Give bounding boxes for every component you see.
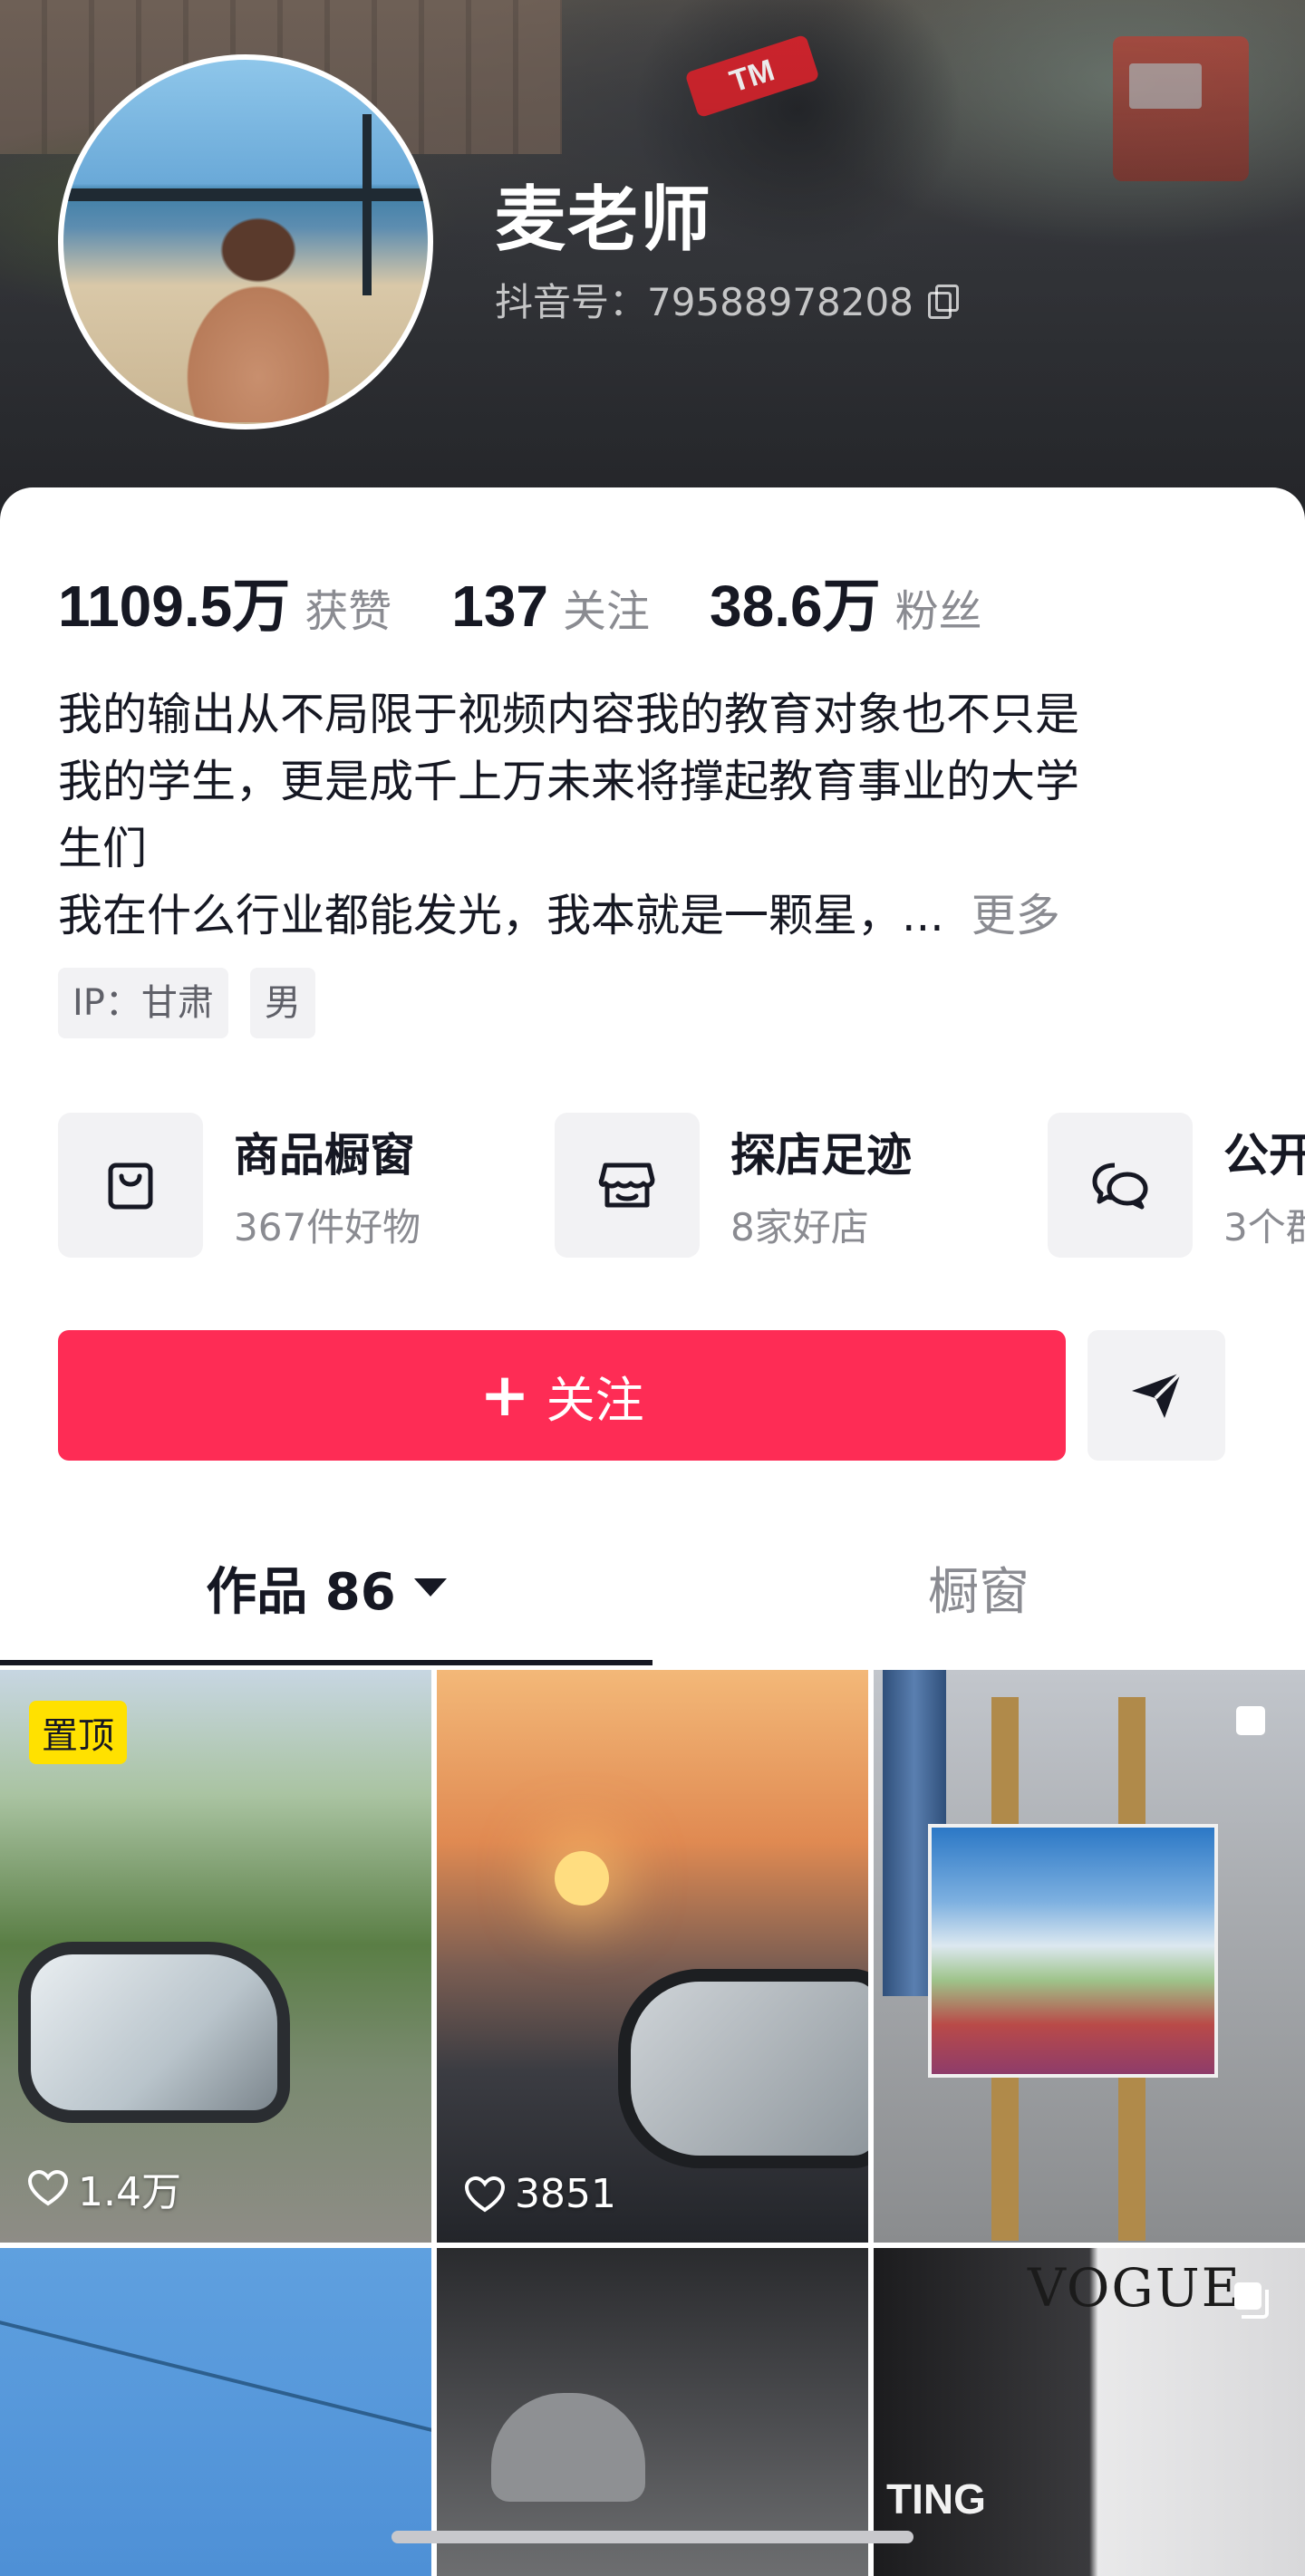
service-subtitle: 8家好店 [730,1204,869,1249]
stat-value: 38.6万 [710,574,881,639]
shopping-bag-icon [58,1113,203,1258]
stat-label: 粉丝 [894,586,982,637]
pinned-badge: 置顶 [29,1701,127,1764]
video-thumbnail[interactable] [437,2248,868,2576]
avatar[interactable] [58,54,433,429]
video-thumbnail[interactable]: 3851 [437,1670,868,2243]
tab-works-label: 作品 86 [206,1562,396,1622]
stat-label: 关注 [563,586,651,637]
tab-window-label: 橱窗 [928,1562,1030,1622]
content-tabs: 作品 86 橱窗 [0,1511,1305,1665]
video-thumbnail[interactable]: VOGUE TING [874,2248,1305,2576]
stat-value: 1109.5万 [58,574,291,639]
video-thumbnail[interactable] [0,2248,431,2576]
stat-label: 获赞 [304,586,392,637]
douyin-id: 抖音号：79588978208 [495,272,959,327]
service-title: 公开 [1223,1128,1305,1182]
thumbnail-overlay-text: VOGUE [1028,2257,1242,2319]
bio-line: 我在什么行业都能发光，我本就是一颗星，... [58,890,944,941]
douyin-id-text: 抖音号：79588978208 [495,280,914,324]
video-thumbnail[interactable] [874,1670,1305,2243]
stats-row: 1109.5万 获赞 137 关注 38.6万 粉丝 [58,560,1042,643]
bio-line: 我的学生，更是成千上万未来将撑起教育事业的大学 [58,756,1080,807]
home-indicator[interactable] [392,2531,914,2543]
service-subtitle: 3个群 [1223,1204,1305,1249]
bio-line: 我的输出从不局限于视频内容我的教育对象也不只是 [58,689,1080,740]
copy-icon[interactable] [927,284,959,319]
bio-line-last: 我在什么行业都能发光，我本就是一颗星，... 更多 [58,883,1254,950]
services-row: 商品橱窗 367件好物 探店足迹 8家好店 公开 3个群 [58,1113,1305,1267]
chat-bubbles-icon [1048,1113,1193,1258]
profile-name: 麦老师 [495,179,713,261]
service-title: 商品橱窗 [234,1128,415,1182]
bio[interactable]: 我的输出从不局限于视频内容我的教育对象也不只是 我的学生，更是成千上万未来将撑起… [58,681,1254,950]
stat-followers[interactable]: 38.6万 粉丝 [710,560,982,643]
tab-works[interactable]: 作品 86 [0,1511,652,1664]
bio-line: 生们 [58,823,148,874]
store-icon [555,1113,700,1258]
send-icon [1132,1371,1183,1418]
ip-tag: IP：甘肃 [58,968,228,1038]
caret-down-icon [413,1578,447,1597]
share-button[interactable] [1088,1330,1225,1461]
stat-value: 137 [451,574,549,639]
stat-likes[interactable]: 1109.5万 获赞 [58,560,392,643]
like-count: 1.4万 [27,2159,181,2217]
heart-icon [27,2169,69,2206]
gender-tag: 男 [249,968,315,1038]
stat-following[interactable]: 137 关注 [451,573,650,640]
profile-tags: IP：甘肃 男 [58,968,315,1038]
service-public-groups[interactable]: 公开 3个群 [1048,1113,1305,1258]
multi-image-icon [1236,1706,1265,1735]
follow-button[interactable]: + 关注 [58,1330,1066,1461]
heart-icon [464,2176,506,2212]
bio-more-link[interactable]: 更多 [972,890,1060,941]
video-grid: 置顶 1.4万 3851 VOGUE TING [0,1670,1305,2576]
follow-label: 关注 [546,1371,644,1429]
like-count: 3851 [464,2171,616,2217]
active-tab-indicator [0,1660,652,1665]
service-shop-window[interactable]: 商品橱窗 367件好物 [58,1113,420,1258]
like-count-text: 1.4万 [78,2169,181,2215]
multi-image-icon [1234,2282,1269,2319]
thumbnail-overlay-text: TING [886,2475,986,2523]
plus-icon: + [479,1360,530,1430]
video-thumbnail[interactable]: 置顶 1.4万 [0,1670,431,2243]
tab-window[interactable]: 橱窗 [652,1511,1305,1664]
service-title: 探店足迹 [730,1128,912,1182]
service-subtitle: 367件好物 [234,1204,421,1249]
like-count-text: 3851 [515,2171,616,2217]
service-store-visits[interactable]: 探店足迹 8家好店 [555,1113,912,1258]
